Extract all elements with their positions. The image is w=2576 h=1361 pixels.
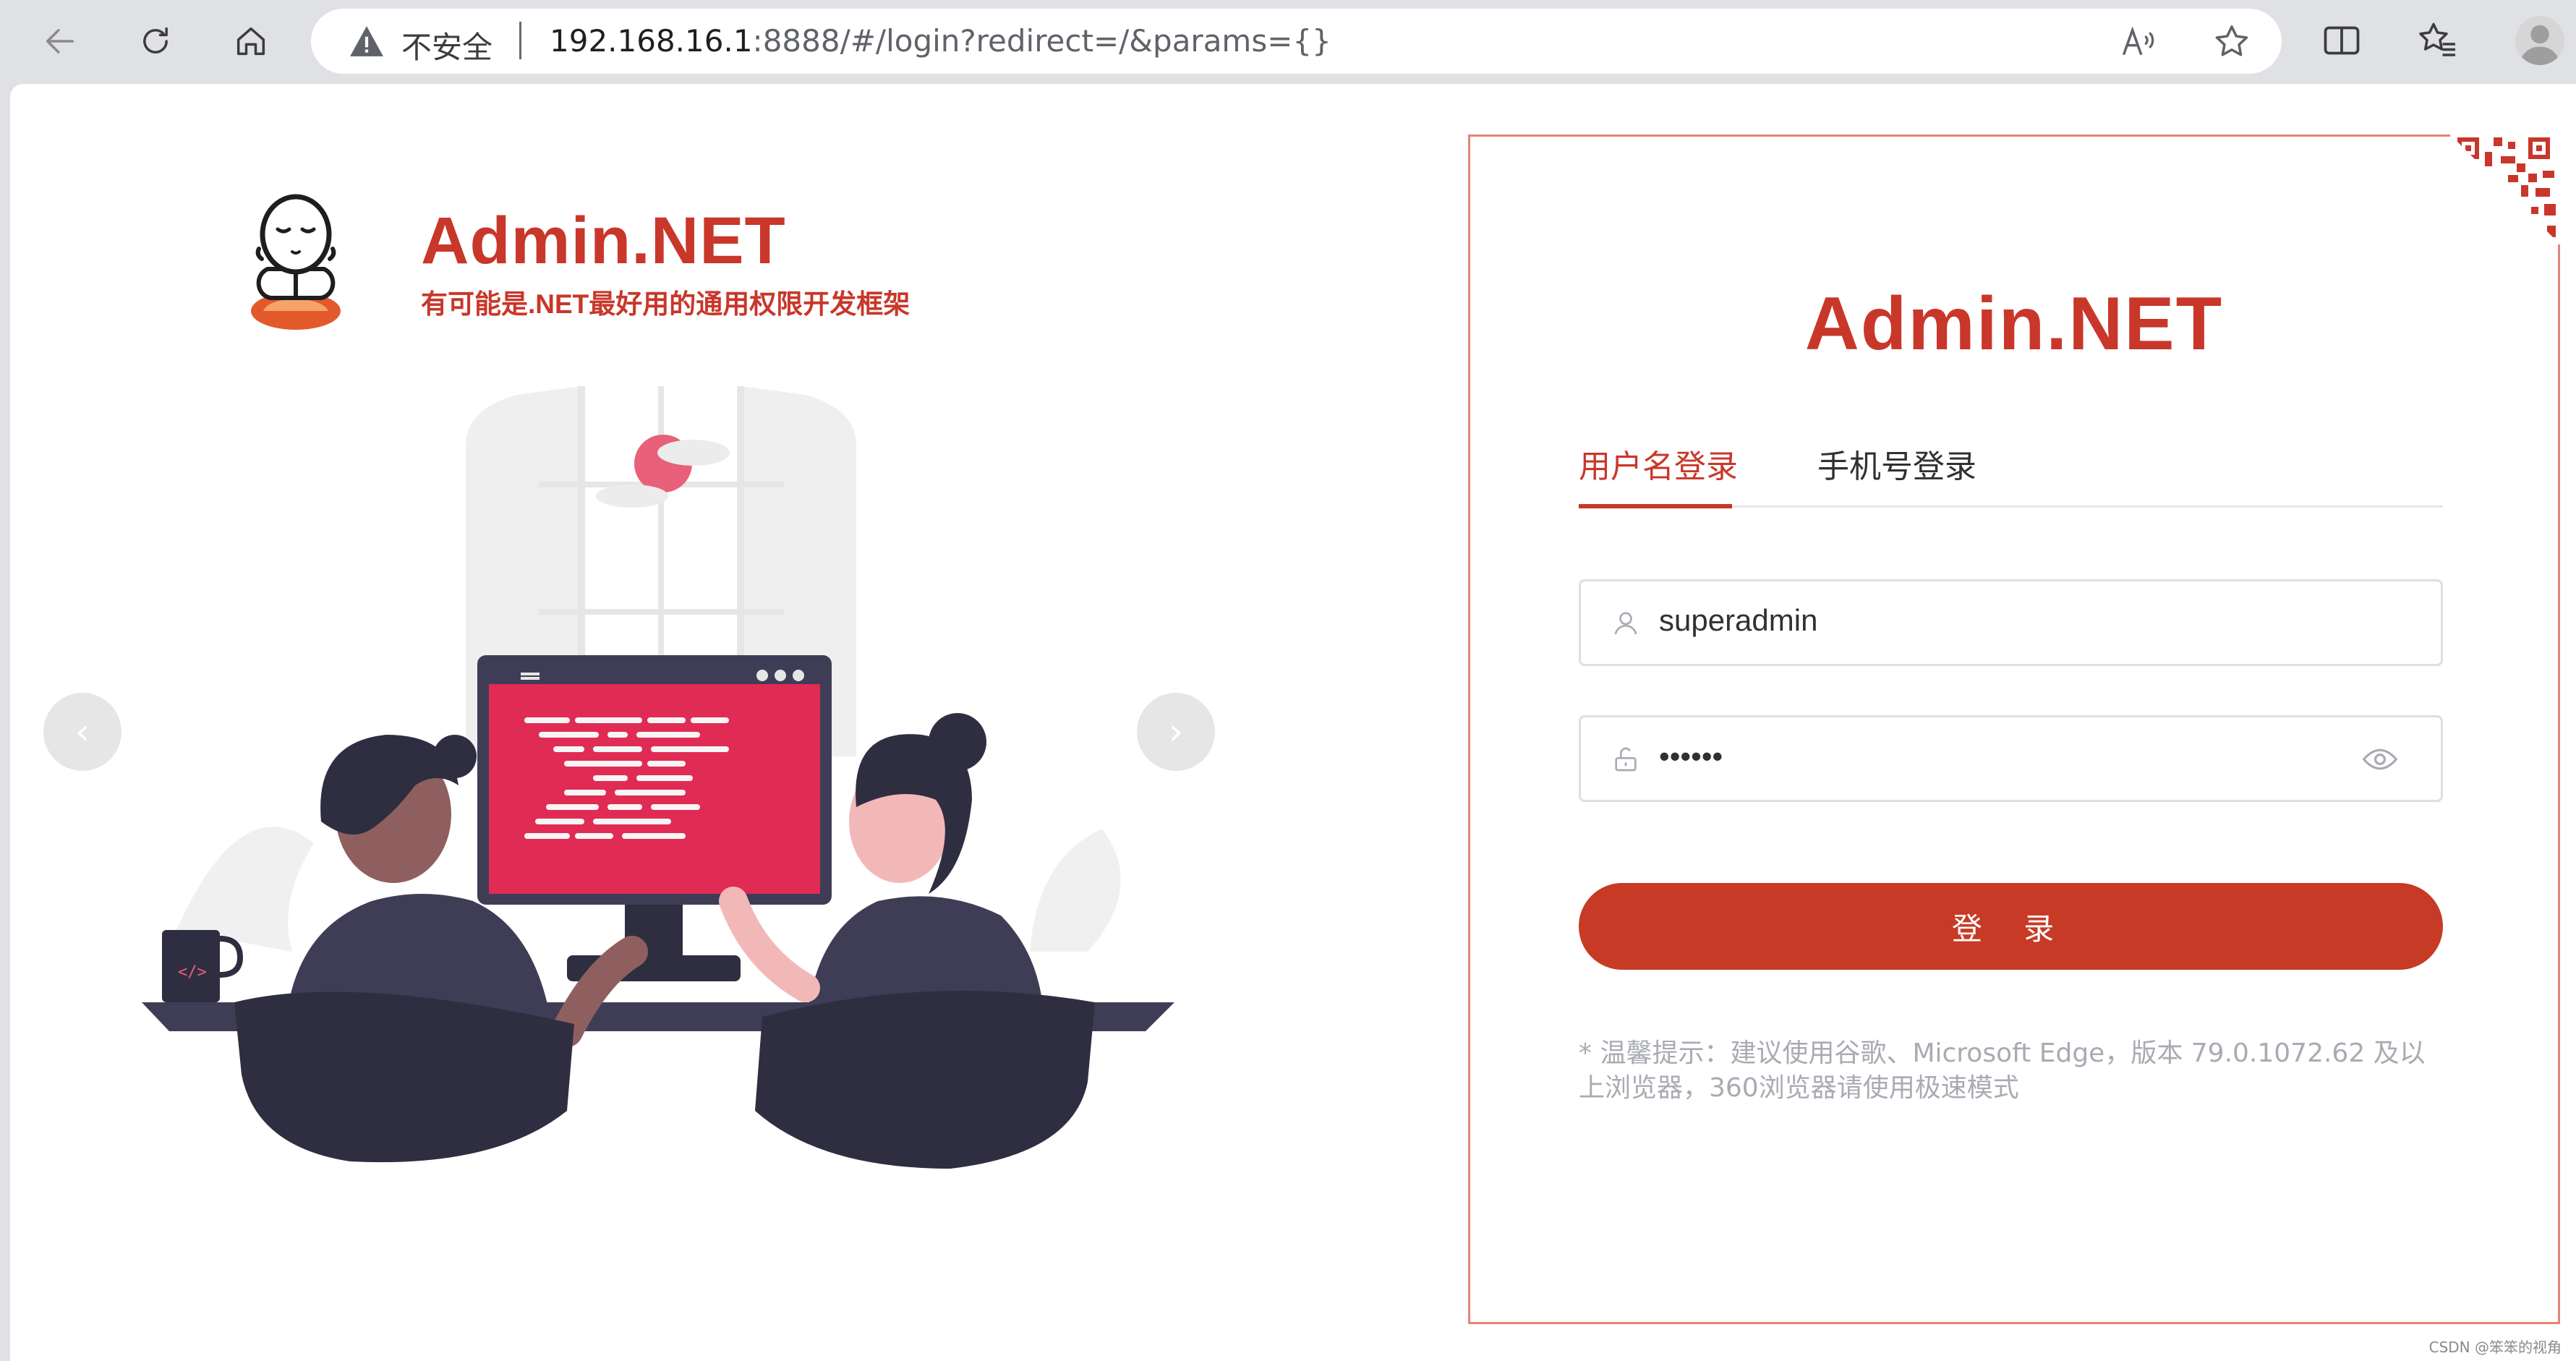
lock-icon [1615, 747, 1637, 772]
qr-code-icon[interactable] [2450, 135, 2560, 244]
carousel-next-button[interactable]: › [1137, 693, 1215, 771]
profile-avatar[interactable] [2515, 16, 2564, 65]
url-text[interactable]: 192.168.16.1:8888/#/login?redirect=/&par… [550, 23, 1331, 59]
refresh-button[interactable] [130, 16, 181, 67]
security-label[interactable]: 不安全 [401, 23, 492, 67]
password-field[interactable]: •••••• [1579, 715, 2443, 802]
address-bar[interactable]: 不安全 192.168.16.1:8888/#/login?redirect=/… [311, 9, 2282, 74]
favorites-collection-icon[interactable] [2415, 19, 2459, 62]
user-avatar-icon [2519, 25, 2561, 65]
login-tabs: 用户名登录 手机号登录 [1579, 440, 2443, 508]
monk-logo [251, 194, 341, 330]
user-icon [1614, 612, 1637, 635]
url-path: :8888/#/login?redirect=/&params={} [752, 23, 1331, 59]
tab-phone-login[interactable]: 手机号登录 [1817, 440, 1976, 487]
url-host: 192.168.16.1 [550, 23, 753, 59]
home-icon [236, 27, 265, 56]
svg-text:</>: </> [178, 963, 207, 981]
brand-subtitle: 有可能是.NET最好用的通用权限开发框架 [421, 289, 910, 319]
login-card: Admin.NET 用户名登录 手机号登录 superadmin •••••• … [1468, 135, 2560, 1324]
address-separator [519, 22, 521, 59]
password-value: •••••• [1659, 739, 1723, 773]
split-screen-icon[interactable] [2320, 19, 2363, 62]
browser-toolbar: 不安全 192.168.16.1:8888/#/login?redirect=/… [0, 0, 2576, 82]
eye-icon[interactable] [2363, 748, 2397, 771]
username-value: superadmin [1659, 603, 1818, 637]
tab-username-login[interactable]: 用户名登录 [1579, 440, 1738, 487]
watermark: CSDN @笨笨的视角 [2428, 1339, 2562, 1356]
read-aloud-icon[interactable] [2119, 22, 2159, 62]
back-arrow-icon [46, 29, 74, 54]
login-title: Admin.NET [1804, 282, 2224, 366]
browser-tip: * 温馨提示：建议使用谷歌、Microsoft Edge，版本 79.0.107… [1579, 1038, 2426, 1103]
developers-illustration: </> [142, 386, 1174, 1169]
username-field[interactable]: superadmin [1579, 579, 2443, 666]
home-button[interactable] [226, 16, 276, 67]
warning-icon[interactable] [349, 25, 385, 58]
login-button[interactable]: 登 录 [1579, 883, 2443, 970]
active-tab-indicator [1579, 504, 1732, 508]
carousel-prev-button[interactable]: ‹ [43, 693, 121, 771]
refresh-icon [143, 27, 168, 54]
back-button[interactable] [35, 16, 85, 67]
favorite-star-icon[interactable] [2212, 22, 2252, 62]
login-page: Admin.NET 有可能是.NET最好用的通用权限开发框架 </> ‹ › A… [10, 84, 2576, 1361]
brand-title: Admin.NET [421, 204, 786, 278]
